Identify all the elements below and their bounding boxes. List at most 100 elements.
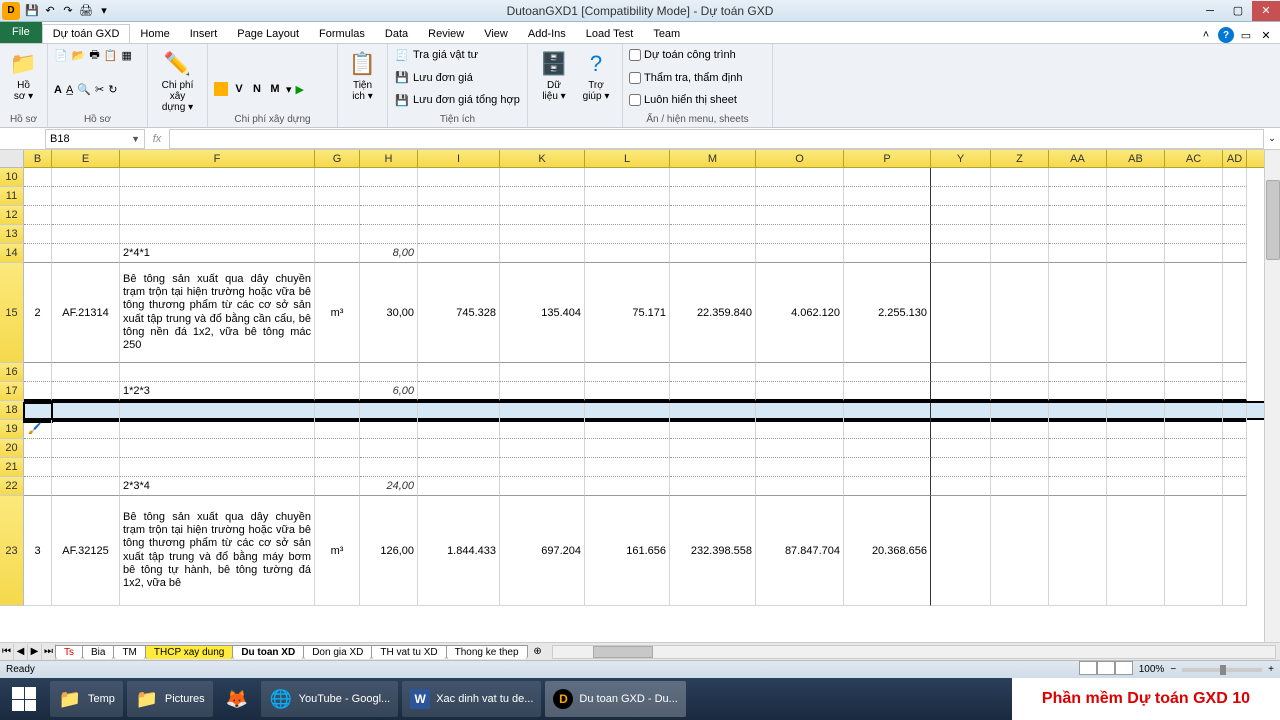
cell-K15[interactable]: 135.404: [500, 263, 585, 363]
row-header-20[interactable]: 20: [0, 439, 24, 458]
cell-F15[interactable]: Bê tông sản xuất qua dây chuyền trạm trộ…: [120, 263, 315, 363]
n-button[interactable]: N: [250, 83, 264, 95]
col-header-AD[interactable]: AD: [1223, 150, 1247, 167]
row-header-10[interactable]: 10: [0, 168, 24, 187]
cell-H14[interactable]: 8,00: [360, 244, 418, 263]
cell-H23[interactable]: 126,00: [360, 496, 418, 606]
sheet-tab-thvattu[interactable]: TH vat tu XD: [371, 645, 446, 659]
vertical-scrollbar[interactable]: [1264, 150, 1280, 642]
qat-more-icon[interactable]: ▾: [96, 3, 112, 19]
cell-P23[interactable]: 20.368.656: [844, 496, 931, 606]
zoom-out-button[interactable]: −: [1170, 664, 1176, 675]
m-button[interactable]: M: [268, 83, 282, 95]
sheet-nav-first[interactable]: ⏮: [0, 644, 14, 660]
namebox-dropdown-icon[interactable]: ▼: [131, 134, 140, 144]
col-header-E[interactable]: E: [52, 150, 120, 167]
cell-B15[interactable]: 2: [24, 263, 52, 363]
maximize-button[interactable]: ▢: [1224, 1, 1252, 21]
horizontal-scrollbar[interactable]: [552, 645, 1276, 659]
row-header-11[interactable]: 11: [0, 187, 24, 206]
zoom-slider[interactable]: [1182, 668, 1262, 672]
luu-dongia-tonghop-item[interactable]: 💾Lưu đơn giá tổng hợp: [394, 91, 521, 109]
row-header-12[interactable]: 12: [0, 206, 24, 225]
task-pictures[interactable]: 📁Pictures: [127, 681, 213, 717]
tab-team[interactable]: Team: [643, 25, 690, 43]
format-painter-icon[interactable]: 🖌️: [28, 422, 42, 435]
formula-input[interactable]: [169, 129, 1264, 149]
cell-L23[interactable]: 161.656: [585, 496, 670, 606]
window-restore-icon[interactable]: ▭: [1238, 27, 1254, 43]
tab-file[interactable]: File: [0, 21, 42, 43]
fontsize-icon[interactable]: A̲: [66, 84, 73, 96]
dropdown-icon[interactable]: ▾: [286, 83, 292, 96]
cell-L15[interactable]: 75.171: [585, 263, 670, 363]
row-header-22[interactable]: 22: [0, 477, 24, 496]
col-header-G[interactable]: G: [315, 150, 360, 167]
cell-H15[interactable]: 30,00: [360, 263, 418, 363]
cell-O23[interactable]: 87.847.704: [756, 496, 844, 606]
row-header-17[interactable]: 17: [0, 382, 24, 401]
cell-M23[interactable]: 232.398.558: [670, 496, 756, 606]
cell-K23[interactable]: 697.204: [500, 496, 585, 606]
cell-O15[interactable]: 4.062.120: [756, 263, 844, 363]
minimize-button[interactable]: ─: [1196, 1, 1224, 21]
cell-E15[interactable]: AF.21314: [52, 263, 120, 363]
sheet-tab-tm[interactable]: TM: [113, 645, 145, 659]
font-icon[interactable]: A: [54, 84, 62, 96]
redo-icon[interactable]: ↷: [60, 3, 76, 19]
open-icon[interactable]: 📂: [72, 49, 86, 62]
col-header-B[interactable]: B: [24, 150, 52, 167]
task-chrome[interactable]: 🌐YouTube - Googl...: [261, 681, 399, 717]
trogiup-button[interactable]: ? Trợ giúp ▾: [576, 46, 616, 104]
cell-B23[interactable]: 3: [24, 496, 52, 606]
start-button[interactable]: [0, 678, 48, 720]
col-header-O[interactable]: O: [756, 150, 844, 167]
hoso-button[interactable]: 📁 Hồ sơ ▾: [6, 46, 41, 104]
task-temp[interactable]: 📁Temp: [50, 681, 123, 717]
task-dutoan[interactable]: DDu toan GXD - Du...: [545, 681, 685, 717]
tab-load-test[interactable]: Load Test: [576, 25, 644, 43]
close-button[interactable]: ✕: [1252, 1, 1280, 21]
tab-review[interactable]: Review: [418, 25, 474, 43]
col-header-L[interactable]: L: [585, 150, 670, 167]
zoom-in-button[interactable]: +: [1268, 664, 1274, 675]
col-header-M[interactable]: M: [670, 150, 756, 167]
col-header-F[interactable]: F: [120, 150, 315, 167]
luu-dongia-item[interactable]: 💾Lưu đơn giá: [394, 69, 521, 87]
row-header-14[interactable]: 14: [0, 244, 24, 263]
cell-P15[interactable]: 2.255.130: [844, 263, 931, 363]
check-thamtra[interactable]: Thẩm tra, thẩm định: [629, 69, 766, 87]
tab-data[interactable]: Data: [375, 25, 418, 43]
cell-H22[interactable]: 24,00: [360, 477, 418, 496]
cell-F23[interactable]: Bê tông sản xuất qua dây chuyền trạm trộ…: [120, 496, 315, 606]
play-icon[interactable]: ▶: [296, 83, 304, 96]
refresh-icon[interactable]: ↻: [108, 83, 117, 96]
ribbon-minimize-icon[interactable]: ˄: [1198, 27, 1214, 43]
hscroll-thumb[interactable]: [593, 646, 653, 658]
row-header-15[interactable]: 15: [0, 263, 24, 363]
col-header-K[interactable]: K: [500, 150, 585, 167]
table-icon[interactable]: ▦: [122, 49, 132, 62]
view-buttons[interactable]: [1079, 661, 1133, 678]
col-header-I[interactable]: I: [418, 150, 500, 167]
tra-gia-item[interactable]: 🧾Tra giá vật tư: [394, 46, 521, 64]
help-icon[interactable]: ?: [1218, 27, 1234, 43]
cell-E23[interactable]: AF.32125: [52, 496, 120, 606]
tab-insert[interactable]: Insert: [180, 25, 228, 43]
vscroll-thumb[interactable]: [1266, 180, 1280, 260]
col-header-Z[interactable]: Z: [991, 150, 1049, 167]
sheet-nav-next[interactable]: ▶: [28, 644, 42, 660]
print-icon-2[interactable]: 🖶: [89, 46, 99, 65]
tab-view[interactable]: View: [474, 25, 518, 43]
sheet-tab-dutoan-xd[interactable]: Du toan XD: [232, 645, 304, 659]
sheet-tab-thongke[interactable]: Thong ke thep: [446, 645, 528, 659]
search-icon[interactable]: 🔍: [77, 83, 91, 96]
sheet-nav-prev[interactable]: ◀: [14, 644, 28, 660]
check-luonhien[interactable]: Luôn hiển thị sheet: [629, 91, 766, 109]
tab-addins[interactable]: Add-Ins: [518, 25, 576, 43]
sheet-tab-bia[interactable]: Bia: [82, 645, 114, 659]
cell-F22[interactable]: 2*3*4: [120, 477, 315, 496]
col-header-AA[interactable]: AA: [1049, 150, 1107, 167]
dulieu-button[interactable]: 🗄️ Dữ liệu ▾: [534, 46, 574, 104]
col-header-P[interactable]: P: [844, 150, 931, 167]
